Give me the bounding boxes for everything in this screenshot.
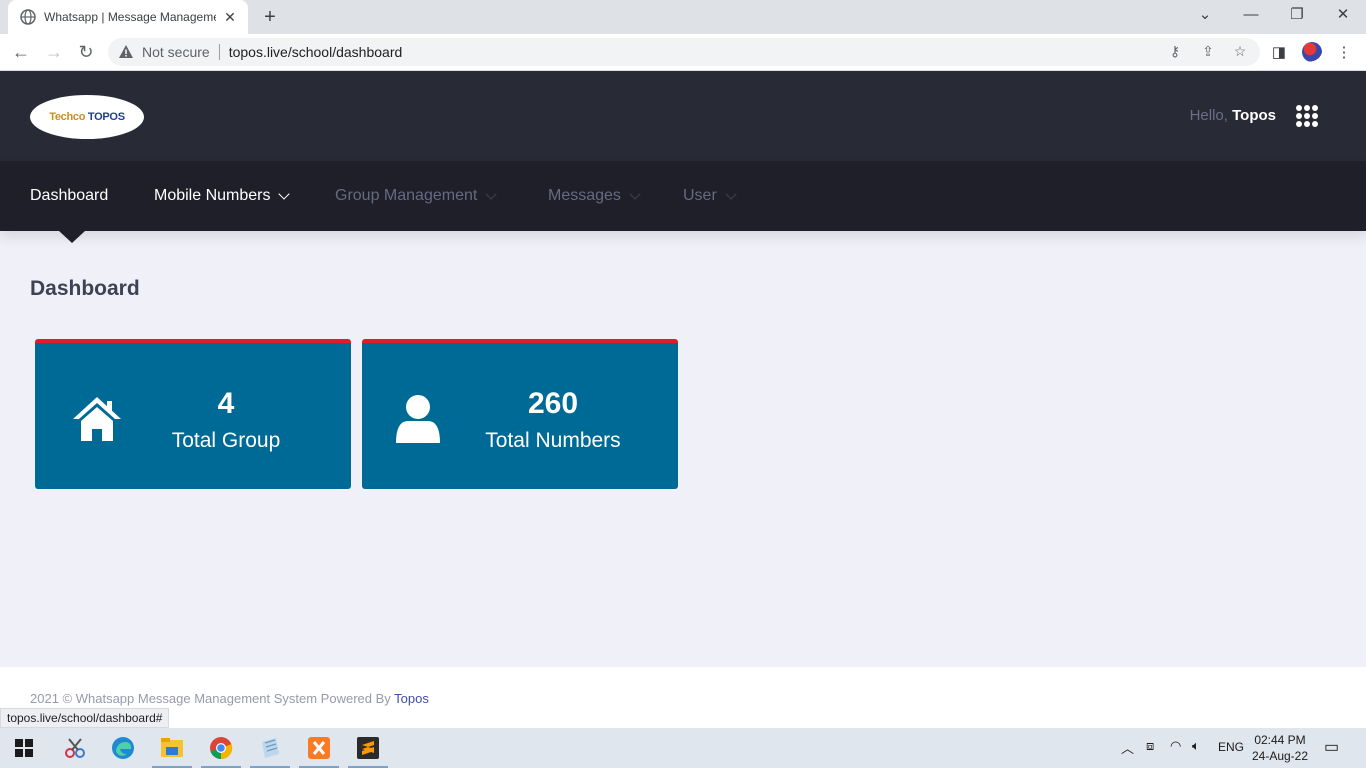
xampp-icon xyxy=(308,737,330,759)
total-numbers-value: 260 xyxy=(527,387,579,420)
warning-icon xyxy=(119,45,133,58)
stat-card-total-numbers[interactable]: 260 Total Numbers xyxy=(362,339,678,489)
not-secure-label: Not secure xyxy=(142,44,210,60)
edge-icon xyxy=(112,737,134,759)
chevron-down-icon xyxy=(278,187,291,200)
logo-text: Techco TOPOS xyxy=(49,111,125,123)
clock[interactable]: 02:44 PM 24-Aug-22 xyxy=(1248,732,1312,764)
menu-label-messages: Messages xyxy=(548,187,621,204)
total-numbers-label: Total Numbers xyxy=(485,429,621,452)
close-tab-icon[interactable]: ✕ xyxy=(222,9,238,26)
globe-icon xyxy=(20,9,36,25)
browser-tab[interactable]: Whatsapp | Message Manageme ✕ xyxy=(8,0,248,34)
clock-date: 24-Aug-22 xyxy=(1251,749,1309,763)
username-label: Topos xyxy=(1232,107,1276,124)
page-footer: 2021 © Whatsapp Message Management Syste… xyxy=(0,667,1366,728)
browser-tabbar: Whatsapp | Message Manageme ✕ + ⌄ — ❐ ✕ xyxy=(0,0,1366,34)
chevron-down-icon xyxy=(725,187,737,200)
bookmark-star-icon[interactable]: ☆ xyxy=(1231,42,1249,60)
taskbar-app-chrome[interactable] xyxy=(197,728,245,768)
menu-item-messages[interactable]: Messages xyxy=(548,161,641,231)
tab-search-icon[interactable]: ⌄ xyxy=(1182,0,1228,32)
menu-item-user[interactable]: User xyxy=(683,161,737,231)
clock-time: 02:44 PM xyxy=(1254,733,1306,747)
start-button[interactable] xyxy=(0,728,48,768)
notification-icon[interactable]: ▭ xyxy=(1324,737,1339,757)
logo-text-techco: Techco xyxy=(49,111,86,123)
menu-label-group-management: Group Management xyxy=(335,187,478,204)
restore-button[interactable]: ❐ xyxy=(1274,0,1320,32)
chevron-down-icon xyxy=(629,187,641,200)
profile-avatar[interactable] xyxy=(1302,42,1322,62)
app-header: Techco TOPOS Hello, Topos xyxy=(0,71,1366,161)
footer-topos-link[interactable]: Topos xyxy=(394,691,429,706)
reload-icon[interactable]: ↻ xyxy=(73,40,99,64)
notepad-icon xyxy=(262,738,279,758)
chevron-down-icon xyxy=(485,187,497,200)
share-icon[interactable]: ⇪ xyxy=(1199,42,1217,60)
language-indicator[interactable]: ENG xyxy=(1218,740,1244,754)
url-text[interactable]: topos.live/school/dashboard xyxy=(229,44,403,60)
active-menu-indicator xyxy=(59,231,85,243)
back-arrow-icon[interactable]: ← xyxy=(8,40,34,64)
show-hidden-icons[interactable]: ︿ xyxy=(1121,738,1134,757)
menu-label-mobile-numbers: Mobile Numbers xyxy=(154,187,271,204)
scissors-app-icon xyxy=(65,738,85,758)
new-tab-button[interactable]: + xyxy=(258,6,282,28)
side-panel-icon[interactable]: ◨ xyxy=(1269,43,1289,63)
omnibox-divider xyxy=(218,44,220,60)
taskbar-app-explorer[interactable] xyxy=(148,728,196,768)
stat-card-total-group[interactable]: 4 Total Group xyxy=(35,339,351,489)
apps-grid-icon[interactable] xyxy=(1296,105,1318,127)
windows-icon xyxy=(15,739,33,757)
main-menu: Dashboard Mobile Numbers Group Managemen… xyxy=(0,161,1366,231)
windows-taskbar: ︿ ⧈ ◠ 🔈︎ ENG 02:44 PM 24-Aug-22 ▭ xyxy=(0,728,1366,768)
forward-arrow-icon[interactable]: → xyxy=(41,40,67,64)
footer-copyright: 2021 © Whatsapp Message Management Syste… xyxy=(30,691,391,706)
total-group-value: 4 xyxy=(217,387,235,420)
site-logo[interactable]: Techco TOPOS xyxy=(30,95,144,139)
address-bar[interactable]: Not secure topos.live/school/dashboard xyxy=(108,38,1260,66)
status-bar-url: topos.live/school/dashboard# xyxy=(0,708,170,728)
taskbar-app-edge[interactable] xyxy=(99,728,147,768)
menu-item-group-management[interactable]: Group Management xyxy=(335,161,497,231)
meet-icon[interactable]: ⧈ xyxy=(1146,738,1154,754)
folder-icon xyxy=(161,738,183,757)
wifi-icon[interactable]: ◠ xyxy=(1170,738,1181,754)
taskbar-app-notes[interactable] xyxy=(246,728,294,768)
sublime-icon xyxy=(357,737,379,759)
volume-icon[interactable]: 🔈︎ xyxy=(1192,738,1200,754)
menu-item-dashboard[interactable]: Dashboard xyxy=(30,161,108,231)
more-menu-icon[interactable]: ⋮ xyxy=(1334,43,1354,63)
menu-label-user: User xyxy=(683,187,717,204)
greeting-label: Hello, xyxy=(1189,107,1228,124)
taskbar-app-snip[interactable] xyxy=(51,728,99,768)
minimize-button[interactable]: — xyxy=(1228,0,1274,32)
taskbar-app-sublime[interactable] xyxy=(344,728,392,768)
footer-text: 2021 © Whatsapp Message Management Syste… xyxy=(30,691,429,706)
user-greeting[interactable]: Hello, Topos xyxy=(1190,107,1276,124)
menu-item-mobile-numbers[interactable]: Mobile Numbers xyxy=(154,161,291,231)
total-group-label: Total Group xyxy=(171,429,281,452)
address-toolbar: ← → ↻ Not secure topos.live/school/dashb… xyxy=(0,34,1366,71)
logo-text-topos: TOPOS xyxy=(87,111,125,123)
menu-label-dashboard: Dashboard xyxy=(30,187,109,204)
chrome-icon xyxy=(210,737,233,760)
close-window-button[interactable]: ✕ xyxy=(1320,0,1366,32)
key-icon[interactable]: ⚷ xyxy=(1166,42,1184,60)
taskbar-app-xampp[interactable] xyxy=(295,728,343,768)
page-title: Dashboard xyxy=(30,277,140,300)
tab-title: Whatsapp | Message Manageme xyxy=(44,10,216,24)
